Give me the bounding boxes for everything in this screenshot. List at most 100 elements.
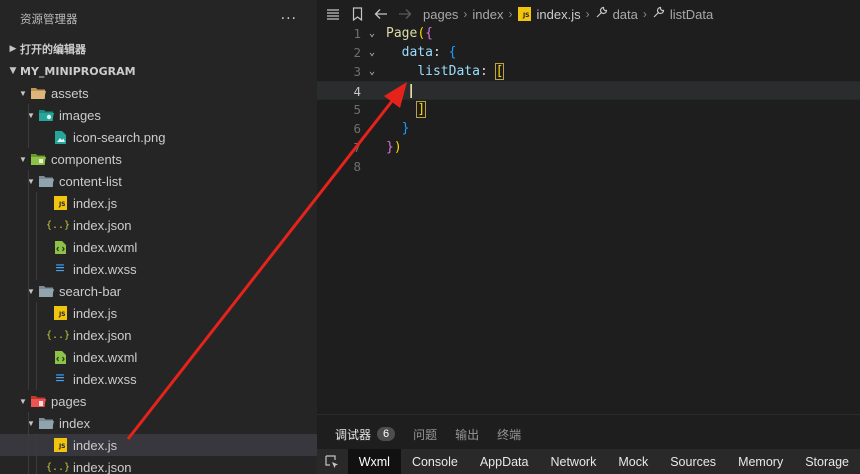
breadcrumb-listdata[interactable]: listData [670,7,713,22]
tab-problems[interactable]: 问题 [413,426,437,443]
open-editors-label: 打开的编辑器 [20,43,86,56]
indent-guide [36,302,37,390]
tab-terminal[interactable]: 终端 [497,426,521,443]
tree-file-content-list-index-js[interactable]: JS index.js [0,192,317,214]
code-line-4-current[interactable]: 4 [317,81,860,100]
indent-guide [28,412,29,474]
tree-file-pages-index-json[interactable]: {..} index.json [0,456,317,474]
devtools-tab-mock[interactable]: Mock [607,449,659,474]
line-number: 5 [353,102,361,117]
chevron-down-icon: ▼ [27,418,35,428]
tree-file-search-bar-index-wxml[interactable]: index.wxml [0,346,317,368]
tree-folder-index[interactable]: ▼ index [0,412,317,434]
tree-label: index.js [73,305,118,321]
explorer-title-bar: 资源管理器 ··· [0,0,317,38]
tree-file-icon-search-png[interactable]: icon-search.png [0,126,317,148]
code-line-5[interactable]: 5 ] [317,100,860,119]
chevron-down-icon: ▼ [19,88,27,98]
tree-file-content-list-index-wxss[interactable]: ≡ index.wxss [0,258,317,280]
devtools-tab-console[interactable]: Console [401,449,469,474]
explorer-sidebar: 资源管理器 ··· ▶ 打开的编辑器 ▼ MY_MINIPROGRAM ▼ as… [0,0,317,474]
breadcrumb-pages[interactable]: pages [423,7,458,22]
tree-label: index.wxss [73,261,137,277]
code-line-8[interactable]: 8 [317,157,860,176]
tree-file-pages-index-js[interactable]: JS index.js [0,434,317,456]
tree-label: index.wxml [73,239,138,255]
devtools-tab-memory[interactable]: Memory [727,449,794,474]
code-line-2[interactable]: 2 ⌄ data: { [317,43,860,62]
json-file-icon: {..} [45,219,71,231]
wxss-file-icon: ≡ [55,370,65,387]
image-file-icon [52,129,68,145]
devtools-tab-wxml[interactable]: Wxml [347,449,401,474]
code-text: data: { [401,45,457,60]
inspect-element-icon[interactable] [317,449,348,474]
js-file-icon: JS [52,305,68,321]
breadcrumb-file[interactable]: index.js [537,7,581,22]
open-editors-section[interactable]: ▶ 打开的编辑器 [0,38,317,60]
fold-chevron-icon[interactable]: ⌄ [365,62,379,81]
code-line-3[interactable]: 3 ⌄ listData: [ [317,62,860,81]
js-file-icon: JS [52,437,68,453]
tab-debugger[interactable]: 调试器 6 [335,426,396,443]
breadcrumb-separator-icon: › [508,7,513,21]
tree-label: content-list [59,173,122,189]
devtools-tab-storage[interactable]: Storage [794,449,860,474]
tree-label: index [59,415,91,431]
tree-folder-pages[interactable]: ▼ pages [0,390,317,412]
project-section[interactable]: ▼ MY_MINIPROGRAM [0,60,317,82]
devtools-tab-appdata[interactable]: AppData [469,449,540,474]
tab-output[interactable]: 输出 [455,426,479,443]
tree-label: components [51,151,122,167]
fold-chevron-icon[interactable]: ⌄ [365,43,379,62]
line-number: 6 [353,121,361,136]
js-file-icon: JS [517,7,531,21]
tab-label: 调试器 [335,427,372,442]
breadcrumb-separator-icon: › [585,7,590,21]
indent-guide [28,170,29,390]
tree-label: search-bar [59,283,122,299]
fold-chevron-icon[interactable]: ⌄ [365,24,379,43]
chevron-down-icon: ▼ [19,154,27,164]
code-line-7[interactable]: 7 }) [317,138,860,157]
tree-folder-content-list[interactable]: ▼ content-list [0,170,317,192]
breadcrumb-separator-icon: › [463,7,468,21]
tree-folder-search-bar[interactable]: ▼ search-bar [0,280,317,302]
line-number: 8 [353,159,361,174]
text-cursor [410,84,412,98]
devtools-tab-network[interactable]: Network [539,449,607,474]
tree-file-content-list-index-json[interactable]: {..} index.json [0,214,317,236]
code-editor[interactable]: pages › index › JS index.js › data › lis… [317,0,860,414]
line-number: 7 [353,140,361,155]
code-line-1[interactable]: 1 ⌄ Page({ [317,24,860,43]
tree-folder-components[interactable]: ▼ components [0,148,317,170]
tree-label: index.wxss [73,371,137,387]
tree-file-content-list-index-wxml[interactable]: index.wxml [0,236,317,258]
tree-folder-images[interactable]: ▼ images [0,104,317,126]
breadcrumb-index[interactable]: index [472,7,503,22]
code-area[interactable]: 1 ⌄ Page({ 2 ⌄ data: { 3 ⌄ listData: [ 4… [317,24,860,176]
file-tree: ▼ assets ▼ images icon-search.png ▼ comp… [0,82,317,474]
wxss-file-icon: ≡ [55,260,65,277]
chevron-down-icon: ▼ [19,396,27,406]
indent-guide [36,434,37,474]
tree-label: assets [51,85,89,101]
tree-folder-assets[interactable]: ▼ assets [0,82,317,104]
code-text: } [401,121,410,136]
chevron-down-icon: ▼ [9,66,17,76]
more-actions-icon[interactable]: ··· [281,11,297,27]
code-line-6[interactable]: 6 } [317,119,860,138]
problem-count-badge: 6 [377,427,396,441]
tree-file-search-bar-index-js[interactable]: JS index.js [0,302,317,324]
breadcrumb-data[interactable]: data [613,7,638,22]
line-number: 4 [353,84,361,99]
folder-open-icon [30,85,46,101]
line-number: 1 [353,26,361,41]
tree-file-search-bar-index-wxss[interactable]: ≡ index.wxss [0,368,317,390]
code-text: ] [416,101,427,118]
indent-guide [36,192,37,280]
chevron-down-icon: ▼ [27,110,35,120]
devtools-tab-sources[interactable]: Sources [659,449,727,474]
wxml-file-icon [52,349,68,365]
tree-file-search-bar-index-json[interactable]: {..} index.json [0,324,317,346]
